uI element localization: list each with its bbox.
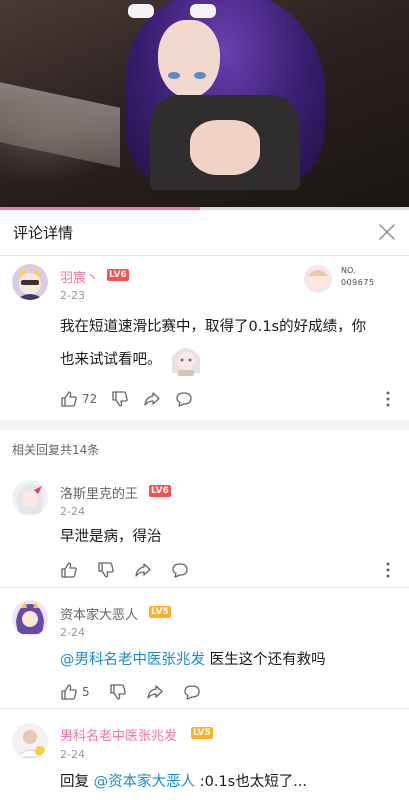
mention-link[interactable]: @资本家大恶人	[94, 774, 196, 790]
like-button[interactable]	[60, 561, 78, 579]
video-character-hand	[190, 120, 260, 175]
video-hair-bow-left	[128, 4, 154, 18]
share-button[interactable]	[146, 683, 164, 701]
reply-username[interactable]: 男科名老中医张兆发	[60, 725, 177, 744]
video-hair-bow-right	[190, 4, 216, 18]
share-button[interactable]	[143, 390, 161, 408]
more-icon[interactable]	[385, 390, 391, 408]
video-eye-right	[194, 72, 206, 79]
section-divider	[0, 420, 409, 430]
fan-badge-icon	[304, 265, 332, 293]
level-badge: LV6	[107, 269, 129, 281]
reply-actions: 5	[60, 681, 215, 703]
reply-button[interactable]	[183, 683, 201, 701]
fan-badge-number: 009675	[341, 278, 375, 287]
avatar[interactable]	[12, 723, 48, 759]
video-player[interactable]	[0, 0, 409, 207]
comment-actions: 72	[60, 388, 207, 410]
reply-text: 回复 @资本家大恶人 :0.1s也太短了...	[60, 767, 307, 798]
level-badge: LV5	[149, 606, 171, 618]
like-button[interactable]: 72	[60, 390, 97, 408]
reply-icon	[176, 392, 192, 407]
replies-count: 相关回复共14条	[12, 443, 100, 457]
like-icon	[61, 391, 77, 407]
main-comment: 羽宸丶 LV6 2-23 NO. 009675 我在短道速滑比赛中，取得了0.1…	[0, 256, 409, 416]
dislike-icon	[98, 562, 114, 578]
fan-badge: NO. 009675	[303, 264, 379, 294]
dislike-button[interactable]	[97, 561, 115, 579]
reply-item: 男科名老中医张兆发 LV5 2-24 回复 @资本家大恶人 :0.1s也太短了.…	[0, 709, 409, 800]
more-icon[interactable]	[385, 561, 391, 579]
comment-text-line: 也来试试看吧。	[60, 351, 162, 368]
share-button[interactable]	[134, 561, 152, 579]
avatar[interactable]	[12, 600, 48, 636]
like-count: 72	[82, 392, 98, 406]
share-icon	[146, 685, 163, 699]
reply-date: 2-24	[60, 748, 85, 761]
fan-badge-label: NO.	[341, 266, 356, 275]
like-icon	[61, 684, 77, 700]
video-eye-left	[168, 72, 180, 79]
avatar[interactable]	[12, 264, 48, 300]
reply-date: 2-24	[60, 626, 85, 639]
reply-icon	[172, 563, 188, 578]
share-icon	[135, 563, 151, 577]
reply-prefix: 回复	[60, 774, 94, 790]
comment-text-line: 我在短道速滑比赛中，取得了0.1s的好成绩，你	[60, 319, 367, 335]
reply-text-body: :0.1s也太短了...	[195, 774, 308, 790]
comment-username[interactable]: 羽宸丶	[60, 267, 99, 286]
like-button[interactable]: 5	[60, 683, 90, 701]
level-badge: LV6	[149, 485, 171, 497]
reply-item: 洛斯里克的王 LV6 2-24 早泄是病，得治	[0, 470, 409, 585]
reply-item: 资本家大恶人 LV5 2-24 @男科名老中医张兆发 医生这个还有救吗 5	[0, 588, 409, 708]
comment-detail-header: 评论详情	[0, 210, 409, 256]
reply-button[interactable]	[171, 561, 189, 579]
dislike-button[interactable]	[111, 390, 129, 408]
dislike-icon	[109, 684, 126, 700]
avatar[interactable]	[12, 480, 48, 516]
reply-date: 2-24	[60, 505, 85, 518]
like-icon	[61, 562, 77, 578]
level-badge: LV5	[191, 727, 213, 739]
share-icon	[144, 392, 160, 406]
dislike-button[interactable]	[109, 683, 127, 701]
dislike-icon	[112, 391, 129, 407]
page-title: 评论详情	[13, 224, 74, 242]
reply-text: @男科名老中医张兆发 医生这个还有救吗	[60, 645, 326, 676]
comment-date: 2-23	[60, 289, 85, 302]
reply-icon	[183, 685, 200, 700]
reply-text: 早泄是病，得治	[60, 529, 162, 545]
close-icon[interactable]	[377, 222, 397, 242]
video-character-face	[158, 20, 220, 98]
reply-username[interactable]: 资本家大恶人	[60, 604, 138, 623]
reply-username[interactable]: 洛斯里克的王	[60, 483, 138, 502]
reply-button[interactable]	[175, 390, 193, 408]
reply-actions	[60, 559, 203, 581]
comment-text: 我在短道速滑比赛中，取得了0.1s的好成绩，你 也来试试看吧。	[60, 312, 366, 377]
sticker-icon	[171, 348, 200, 376]
like-count: 5	[82, 685, 90, 699]
reply-text-body: 医生这个还有救吗	[205, 652, 326, 668]
mention-link[interactable]: @男科名老中医张兆发	[60, 652, 205, 668]
